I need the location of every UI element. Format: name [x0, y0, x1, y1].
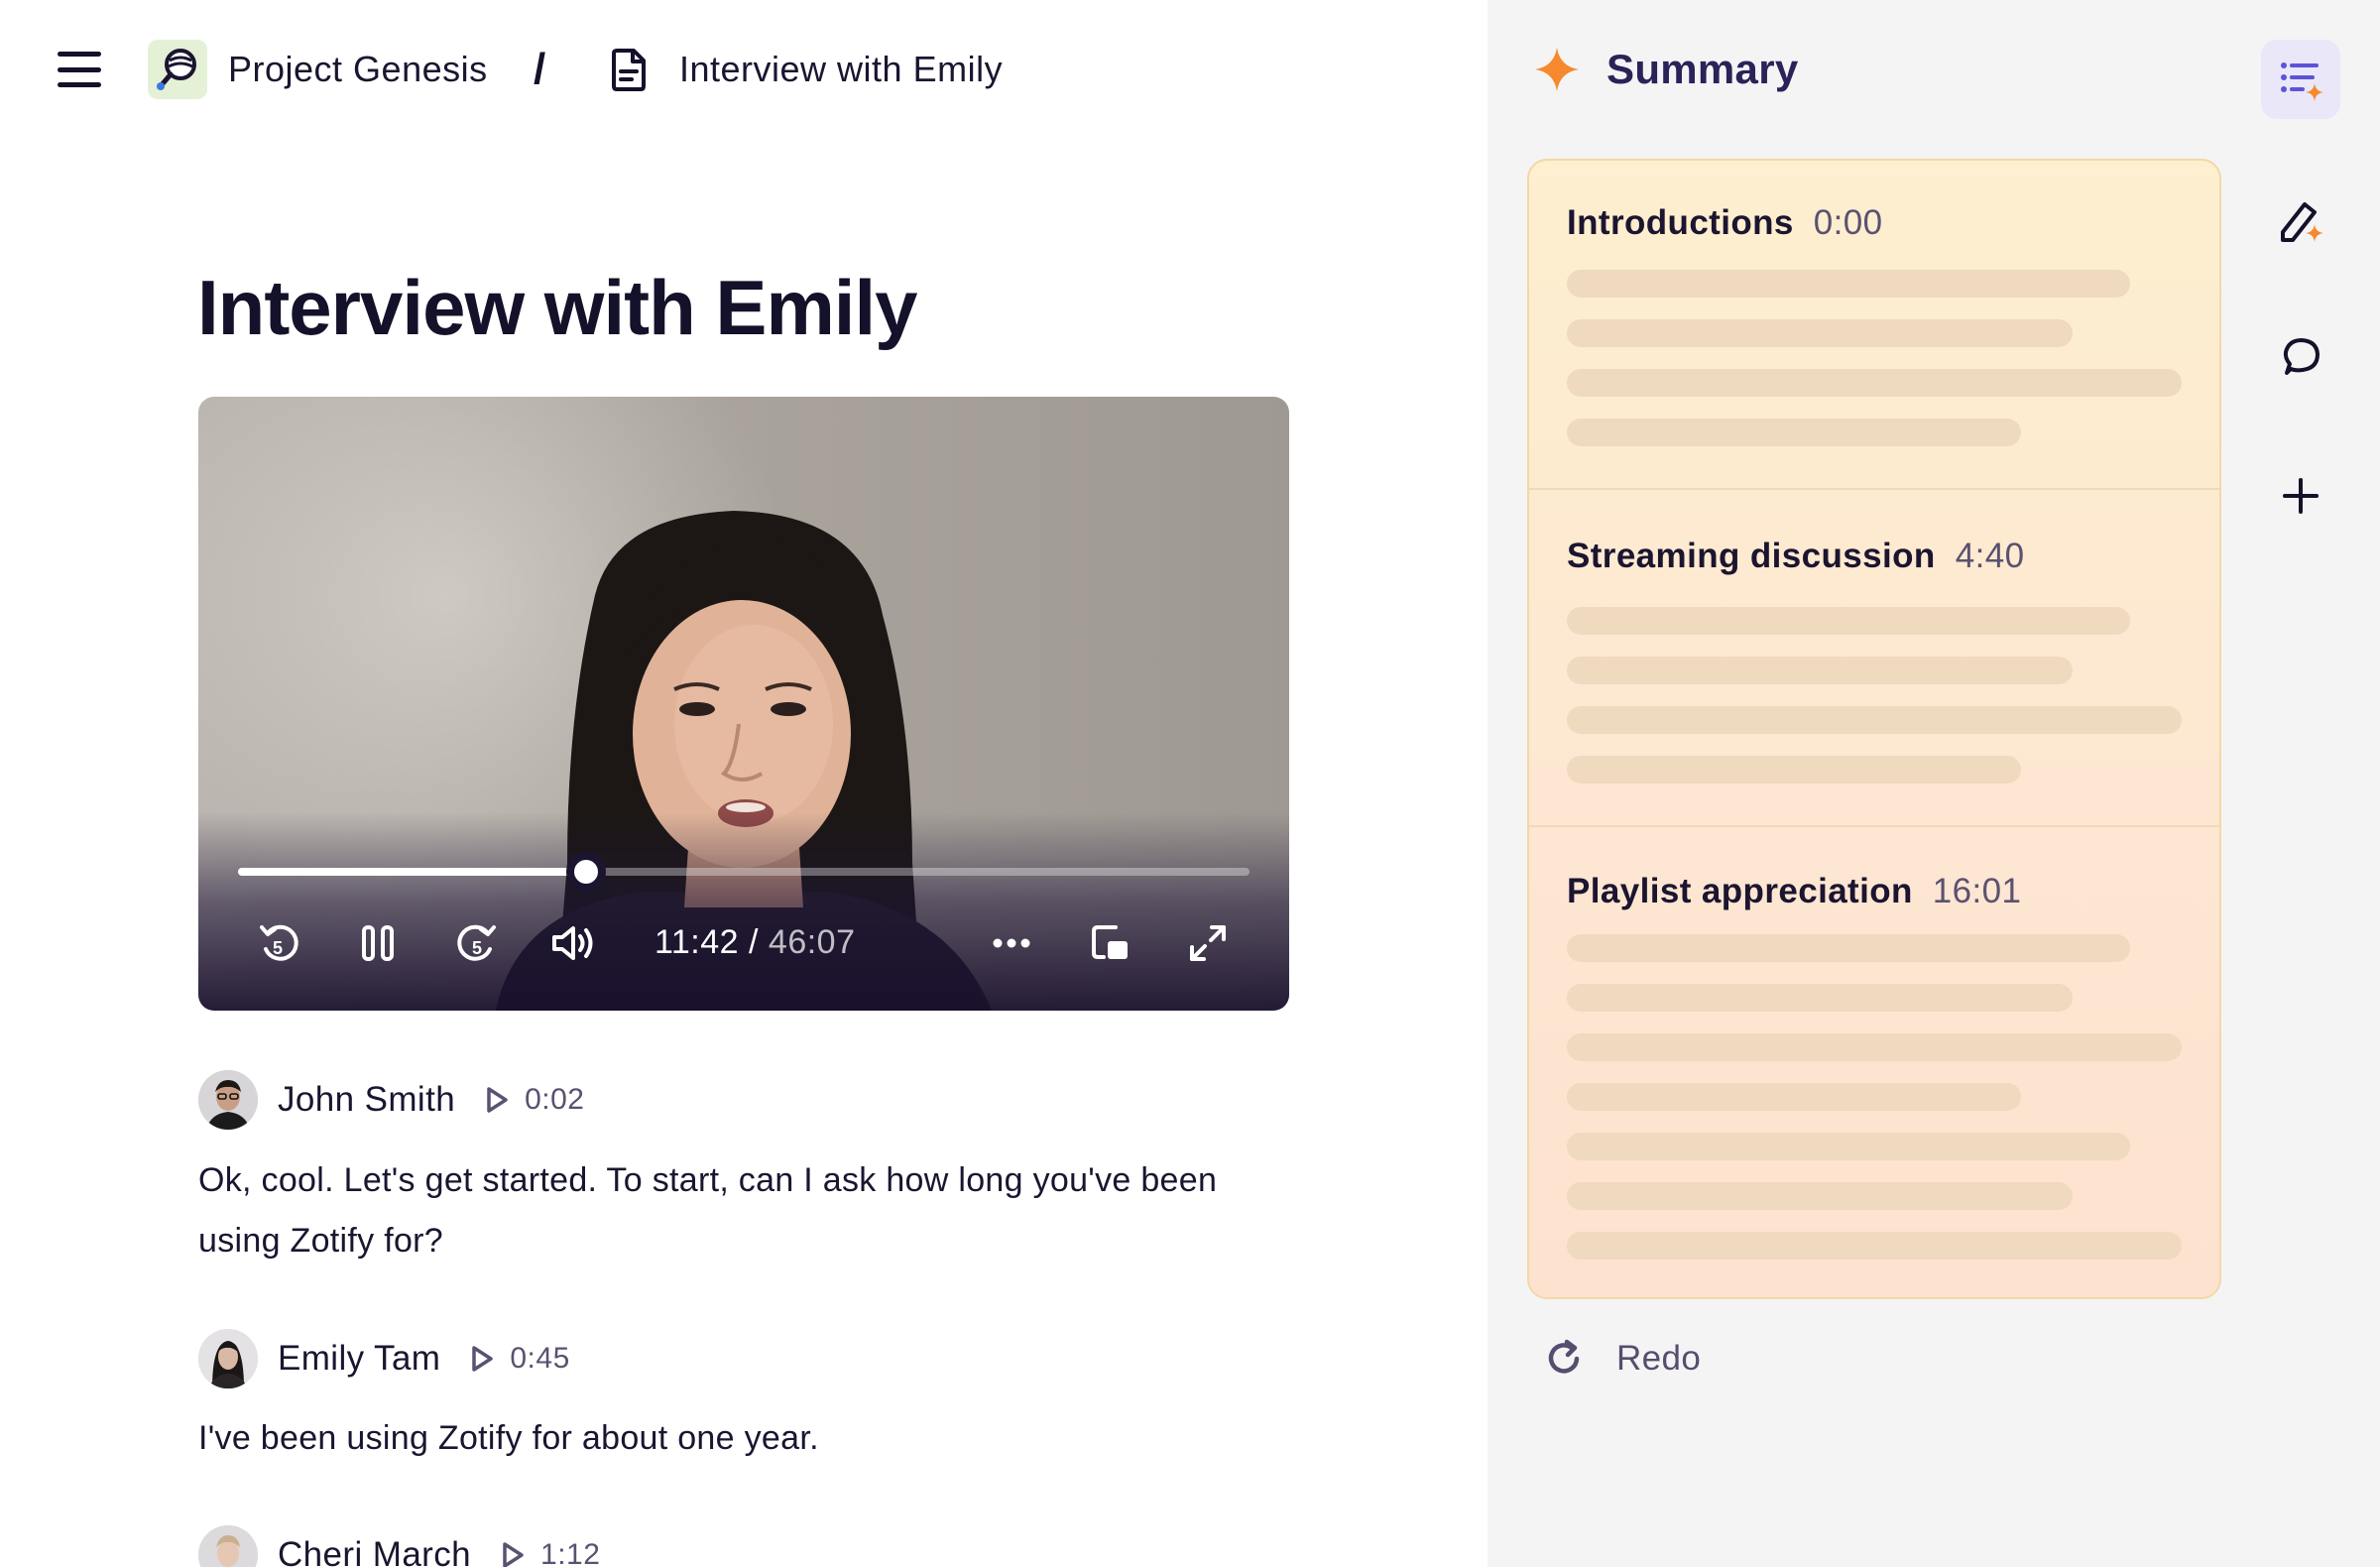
loading-line [1567, 657, 2073, 684]
loading-line [1567, 1083, 2021, 1111]
transcript-entry-header: John Smith 0:02 [198, 1070, 584, 1130]
video-progress-fill [238, 868, 586, 876]
play-icon [472, 1346, 494, 1372]
loading-line [1567, 984, 2073, 1012]
page-title: Interview with Emily [197, 264, 918, 351]
loading-line [1567, 319, 2073, 347]
summary-panel: Summary Introductions 0:00 Streaming disc… [1488, 0, 2380, 1567]
sparkle-icon [1533, 46, 1581, 93]
top-bar: Project Genesis / Interview with Emily [0, 0, 1488, 139]
loading-line [1567, 756, 2021, 784]
loading-line [1567, 369, 2182, 397]
speaker-name: Cheri March [278, 1535, 472, 1567]
speaker-name: John Smith [278, 1080, 456, 1119]
forward-5-icon[interactable]: 5 [450, 917, 502, 969]
loading-line [1567, 270, 2130, 298]
loading-line [1567, 1232, 2182, 1260]
summary-title: Summary [1606, 46, 1799, 92]
timestamp: 0:45 [510, 1342, 570, 1375]
video-progress-thumb[interactable] [565, 852, 606, 892]
avatar [198, 1329, 258, 1388]
pause-icon[interactable] [352, 917, 404, 969]
summary-section-heading[interactable]: Playlist appreciation 16:01 [1567, 869, 2021, 914]
document-icon [607, 46, 653, 93]
picture-in-picture-icon[interactable] [1084, 917, 1135, 969]
transcript-text: Ok, cool. Let's get started. To start, c… [198, 1161, 1218, 1260]
svg-text:5: 5 [273, 938, 283, 958]
summary-card: Introductions 0:00 Streaming discussion 4:… [1527, 159, 2221, 1299]
more-icon[interactable] [986, 917, 1037, 969]
timestamp-play-button[interactable]: 0:02 [483, 1080, 584, 1120]
play-icon [487, 1087, 508, 1113]
loading-line [1567, 1033, 2182, 1061]
current-time: 11:42 [654, 923, 740, 961]
speaker-name: Emily Tam [278, 1339, 441, 1378]
loading-line [1567, 1182, 2073, 1210]
timestamp: 0:02 [525, 1083, 585, 1116]
video-progress-bar[interactable] [238, 852, 1250, 892]
project-logo-icon[interactable] [148, 40, 207, 99]
transcript-entry-header: Emily Tam 0:45 [198, 1329, 570, 1388]
play-icon [503, 1542, 524, 1567]
time-separator: / [739, 923, 769, 961]
volume-icon[interactable] [548, 917, 600, 969]
section-time: 0:00 [1813, 203, 1883, 242]
summary-section-heading[interactable]: Introductions 0:00 [1567, 200, 1883, 246]
transcript-text: I've been using Zotify for about one yea… [198, 1419, 819, 1457]
breadcrumb-separator: / [534, 45, 546, 93]
section-title: Introductions [1567, 203, 1794, 242]
summary-section: Playlist appreciation 16:01 [1529, 825, 2219, 1297]
redo-icon [1548, 1339, 1580, 1374]
summary-section-heading[interactable]: Streaming discussion 4:40 [1567, 534, 2024, 579]
svg-text:5: 5 [472, 938, 482, 958]
section-title: Playlist appreciation [1567, 872, 1913, 910]
video-time-readout: 11:42 / 46:07 [654, 920, 856, 964]
timestamp-play-button[interactable]: 0:45 [468, 1339, 569, 1379]
summary-list-icon[interactable] [2261, 40, 2340, 119]
timestamp: 1:12 [540, 1538, 601, 1567]
loading-line [1567, 419, 2021, 446]
edit-magic-icon[interactable] [2261, 181, 2340, 260]
breadcrumb-document[interactable]: Interview with Emily [679, 46, 1003, 93]
redo-button[interactable]: Redo [1543, 1332, 1701, 1386]
comment-icon[interactable] [2261, 317, 2340, 397]
breadcrumb-project[interactable]: Project Genesis [228, 46, 488, 93]
loading-line [1567, 1133, 2130, 1160]
section-time: 16:01 [1932, 872, 2022, 910]
plus-icon[interactable] [2261, 456, 2340, 536]
transcript-entry-header: Cheri March 1:12 [198, 1525, 600, 1567]
menu-icon[interactable] [58, 52, 101, 87]
section-time: 4:40 [1955, 537, 2025, 575]
section-title: Streaming discussion [1567, 537, 1936, 575]
video-player[interactable]: 5 5 11:42 / 46:07 [198, 397, 1289, 1011]
loading-line [1567, 607, 2130, 635]
avatar [198, 1070, 258, 1130]
avatar [198, 1525, 258, 1567]
timestamp-play-button[interactable]: 1:12 [499, 1535, 600, 1567]
summary-section: Introductions 0:00 [1529, 161, 2219, 488]
controls-overlay [198, 812, 1289, 1011]
loading-line [1567, 706, 2182, 734]
loading-line [1567, 934, 2130, 962]
summary-section: Streaming discussion 4:40 [1529, 488, 2219, 825]
main-content: Project Genesis / Interview with Emily I… [0, 0, 1488, 1567]
redo-label: Redo [1616, 1339, 1702, 1378]
rewind-5-icon[interactable]: 5 [254, 917, 305, 969]
total-time: 46:07 [768, 923, 856, 961]
fullscreen-icon[interactable] [1182, 917, 1234, 969]
